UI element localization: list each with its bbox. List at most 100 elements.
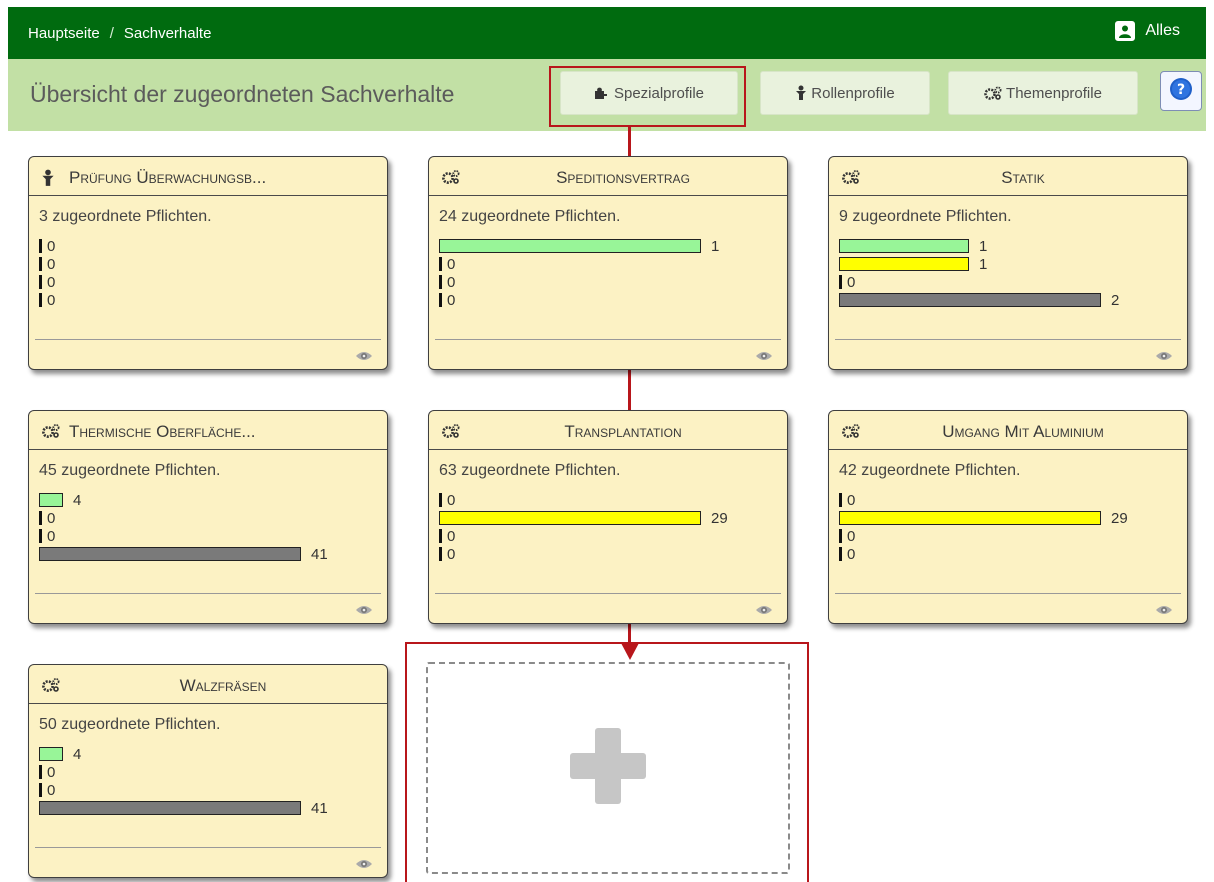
empty-bar-marker (39, 257, 42, 271)
puzzle-icon (594, 86, 610, 100)
status-bar-row: 0 (39, 291, 55, 309)
card-title[interactable]: Prüfung Überwachungsb... (69, 168, 377, 188)
card-divider (835, 593, 1181, 594)
sachverhalt-card[interactable]: Statik 9 zugeordnete Pflichten. 1 1 0 2 (828, 156, 1188, 370)
status-bars: 4 0 0 41 (39, 491, 328, 563)
gears-icon (841, 169, 861, 190)
status-bar-row: 0 (39, 781, 328, 799)
empty-bar-marker (439, 493, 442, 507)
user-menu[interactable]: Alles (1115, 21, 1180, 41)
card-divider (35, 847, 381, 848)
empty-bar-marker (839, 547, 842, 561)
user-icon (1115, 21, 1136, 41)
status-bar-row: 0 (839, 527, 1128, 545)
status-bar-value: 2 (1111, 291, 1120, 309)
status-bar-value: 0 (47, 527, 56, 545)
help-button[interactable]: ? (1160, 71, 1202, 111)
status-bar-row: 4 (39, 745, 328, 763)
eye-icon[interactable] (355, 349, 373, 367)
page-title: Übersicht der zugeordneten Sachverhalte (30, 81, 455, 107)
sachverhalt-card[interactable]: Transplantation 63 zugeordnete Pflichten.… (428, 410, 788, 624)
empty-bar-marker (439, 257, 442, 271)
card-header: Thermische Oberfläche... (29, 411, 387, 450)
status-bar-row: 0 (839, 545, 1128, 563)
status-bar-row: 2 (839, 291, 1119, 309)
sachverhalt-card[interactable]: Prüfung Überwachungsb... 3 zugeordnete Pf… (28, 156, 388, 370)
status-bar-gray (39, 801, 301, 815)
card-title[interactable]: Statik (869, 168, 1177, 188)
card-divider (435, 339, 781, 340)
status-bars: 4 0 0 41 (39, 745, 328, 817)
status-bar-row: 0 (39, 527, 328, 545)
status-bar-row: 0 (439, 545, 728, 563)
gears-icon (841, 423, 861, 444)
status-bar-row: 41 (39, 545, 328, 563)
breadcrumb-current: Sachverhalte (123, 24, 212, 42)
card-title[interactable]: Walzfräsen (69, 676, 377, 696)
card-divider (835, 339, 1181, 340)
status-bar-green (839, 239, 969, 253)
themenprofile-button[interactable]: Themenprofile (948, 71, 1138, 115)
rollenprofile-button[interactable]: Rollenprofile (760, 71, 930, 115)
eye-icon[interactable] (355, 603, 373, 621)
breadcrumb-home-link[interactable]: Hauptseite (28, 25, 100, 42)
eye-icon[interactable] (355, 857, 373, 875)
status-bar-value: 0 (847, 545, 856, 563)
status-bar-row: 0 (439, 491, 728, 509)
status-bar-value: 29 (711, 509, 728, 527)
sachverhalt-card[interactable]: Speditionsvertrag 24 zugeordnete Pflichte… (428, 156, 788, 370)
empty-bar-marker (39, 511, 42, 525)
status-bar-value: 0 (47, 763, 56, 781)
status-bar-row: 0 (39, 237, 55, 255)
eye-icon[interactable] (755, 349, 773, 367)
empty-bar-marker (439, 529, 442, 543)
status-bar-value: 0 (847, 491, 856, 509)
status-bar-row: 41 (39, 799, 328, 817)
status-bars: 11 0 2 (839, 237, 1119, 309)
add-sachverhalt-tile[interactable] (426, 662, 790, 874)
card-title[interactable]: Speditionsvertrag (469, 168, 777, 188)
plus-icon (566, 724, 650, 813)
status-bars: 1000 (439, 237, 719, 309)
spezialprofile-button[interactable]: Spezialprofile (560, 71, 738, 115)
status-bar-value: 0 (47, 237, 56, 255)
rollenprofile-label: Rollenprofile (811, 84, 895, 102)
card-header: Statik (829, 157, 1187, 196)
status-bar-value: 0 (47, 781, 56, 799)
status-bar-yellow (839, 511, 1101, 525)
status-bar-row: 1 (839, 237, 1119, 255)
eye-icon[interactable] (755, 603, 773, 621)
eye-icon[interactable] (1155, 603, 1173, 621)
status-bar-value: 4 (73, 745, 82, 763)
status-bar-row: 0 (439, 273, 719, 291)
status-bar-row: 0 (39, 273, 55, 291)
sachverhalt-card[interactable]: Thermische Oberfläche... 45 zugeordnete P… (28, 410, 388, 624)
status-bar-row: 29 (839, 509, 1128, 527)
status-bar-row: 29 (439, 509, 728, 527)
empty-bar-marker (39, 293, 42, 307)
card-summary: 9 zugeordnete Pflichten. (839, 208, 1012, 225)
status-bar-row: 0 (39, 763, 328, 781)
card-header: Transplantation (429, 411, 787, 450)
status-bar-green (439, 239, 701, 253)
sachverhalt-card[interactable]: Walzfräsen 50 zugeordnete Pflichten. 4 0 0 41 (28, 664, 388, 878)
eye-icon[interactable] (1155, 349, 1173, 367)
empty-bar-marker (839, 493, 842, 507)
sachverhalt-card[interactable]: Umgang Mit Aluminium 42 zugeordnete Pflic… (828, 410, 1188, 624)
card-title[interactable]: Thermische Oberfläche... (69, 422, 377, 442)
status-bar-value: 0 (47, 509, 56, 527)
empty-bar-marker (39, 783, 42, 797)
spezialprofile-label: Spezialprofile (613, 84, 705, 102)
status-bar-yellow (439, 511, 701, 525)
card-title[interactable]: Umgang Mit Aluminium (869, 422, 1177, 442)
card-summary: 3 zugeordnete Pflichten. (39, 208, 212, 225)
status-bar-value: 0 (847, 527, 856, 545)
status-bar-row: 4 (39, 491, 328, 509)
gears-icon (41, 423, 61, 444)
status-bar-row: 0 (439, 291, 719, 309)
status-bar-green (39, 493, 63, 507)
empty-bar-marker (439, 547, 442, 561)
question-icon: ? (1169, 77, 1193, 106)
card-title[interactable]: Transplantation (469, 422, 777, 442)
empty-bar-marker (839, 275, 842, 289)
